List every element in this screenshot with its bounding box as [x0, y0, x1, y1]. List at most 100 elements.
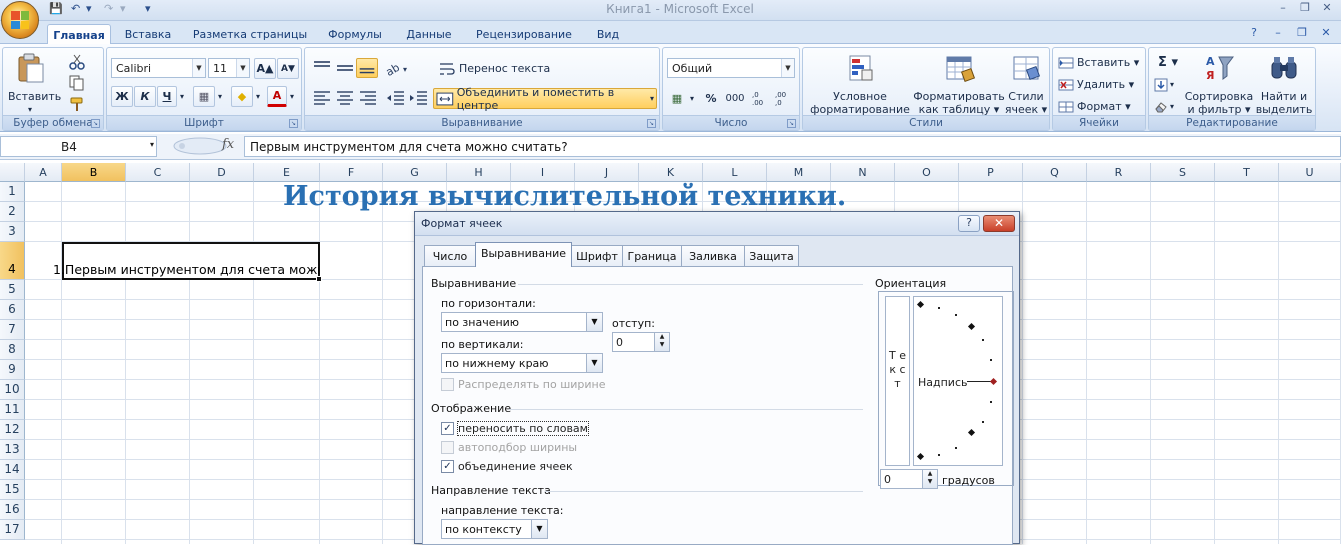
currency-icon[interactable]: ▦: [667, 88, 687, 109]
dialog-tab-protection[interactable]: Защита: [744, 245, 799, 266]
orientation-handle[interactable]: [989, 377, 998, 386]
font-color-icon[interactable]: A: [267, 86, 287, 107]
tab-home[interactable]: Главная: [47, 24, 111, 44]
column-header[interactable]: N: [831, 163, 895, 182]
maximize-icon[interactable]: ❐: [1295, 1, 1315, 17]
decrease-indent-icon[interactable]: [385, 88, 407, 108]
column-header[interactable]: R: [1087, 163, 1151, 182]
column-header[interactable]: M: [767, 163, 831, 182]
row-header[interactable]: 16: [0, 500, 25, 520]
column-header[interactable]: F: [320, 163, 383, 182]
orientation-dial[interactable]: Надпись: [913, 296, 1003, 466]
spin-up-icon[interactable]: ▲: [660, 333, 665, 340]
column-header[interactable]: U: [1279, 163, 1341, 182]
number-dialog-launcher-icon[interactable]: ↘: [787, 119, 796, 128]
column-header[interactable]: C: [126, 163, 190, 182]
currency-dropdown-icon[interactable]: ▾: [687, 88, 697, 109]
dialog-help-button[interactable]: ?: [958, 215, 980, 232]
dialog-title-bar[interactable]: Формат ячеек ? ✕: [415, 212, 1019, 236]
degrees-spinner-arrows[interactable]: ▲ ▼: [922, 470, 937, 488]
cell-styles-button[interactable]: Стили ячеек ▾: [1003, 52, 1049, 116]
fill-handle[interactable]: [316, 276, 322, 282]
spin-down-icon[interactable]: ▼: [660, 341, 665, 348]
underline-dropdown-icon[interactable]: ▾: [177, 86, 187, 107]
tab-formulas[interactable]: Формулы: [320, 24, 390, 44]
row-header[interactable]: 10: [0, 380, 25, 400]
row-header[interactable]: 15: [0, 480, 25, 500]
vertical-text-toggle[interactable]: Т е к с т: [885, 296, 910, 466]
spin-down-icon[interactable]: ▼: [928, 478, 933, 485]
close-icon[interactable]: ✕: [1317, 1, 1337, 17]
borders-dropdown-icon[interactable]: ▾: [215, 86, 225, 107]
indent-spinner-arrows[interactable]: ▲ ▼: [654, 333, 669, 351]
office-button[interactable]: [1, 1, 39, 39]
row-header[interactable]: 5: [0, 280, 25, 300]
copy-icon[interactable]: [69, 75, 85, 91]
align-center-icon[interactable]: [334, 88, 356, 108]
orientation-mark-90[interactable]: [916, 300, 925, 309]
column-header[interactable]: T: [1215, 163, 1279, 182]
direction-select[interactable]: по контексту ▼: [441, 519, 548, 539]
fill-color-dropdown-icon[interactable]: ▾: [253, 86, 263, 107]
tab-view[interactable]: Вид: [588, 24, 628, 44]
cut-icon[interactable]: [69, 54, 85, 70]
column-header[interactable]: K: [639, 163, 703, 182]
thousands-button[interactable]: 000: [723, 88, 747, 109]
tab-review[interactable]: Рецензирование: [468, 24, 580, 44]
column-header[interactable]: O: [895, 163, 959, 182]
column-header[interactable]: A: [25, 163, 62, 182]
column-header[interactable]: L: [703, 163, 767, 182]
insert-function-icon[interactable]: fx: [222, 137, 234, 152]
clear-button[interactable]: ▾: [1153, 96, 1183, 117]
workbook-restore-icon[interactable]: ❐: [1295, 26, 1309, 40]
horizontal-dropdown-icon[interactable]: ▼: [586, 313, 602, 331]
grow-font-button[interactable]: A▲: [254, 58, 276, 79]
borders-icon[interactable]: ▦: [193, 86, 215, 107]
dialog-tab-fill[interactable]: Заливка: [681, 245, 745, 266]
spin-up-icon[interactable]: ▲: [928, 470, 933, 477]
row-header[interactable]: 11: [0, 400, 25, 420]
merge-center-button[interactable]: Объединить и поместить в центре ▾: [433, 86, 657, 112]
row-header[interactable]: 3: [0, 222, 25, 242]
shrink-font-button[interactable]: A▼: [277, 58, 299, 79]
dialog-tab-border[interactable]: Граница: [622, 245, 682, 266]
align-top-icon[interactable]: [311, 58, 333, 78]
direction-dropdown-icon[interactable]: ▼: [531, 520, 547, 538]
font-dialog-launcher-icon[interactable]: ↘: [289, 119, 298, 128]
customize-toolbar-icon[interactable]: ▾: [145, 2, 151, 18]
row-header[interactable]: 7: [0, 320, 25, 340]
clear-dropdown-icon[interactable]: ▾: [1170, 102, 1174, 111]
column-header[interactable]: S: [1151, 163, 1215, 182]
dialog-close-button[interactable]: ✕: [983, 215, 1015, 232]
align-right-icon[interactable]: [357, 88, 379, 108]
font-size-select[interactable]: 11 ▼: [208, 58, 250, 78]
select-all-corner[interactable]: [0, 163, 25, 182]
wrap-text-checkbox[interactable]: ✓ переносить по словам: [441, 421, 589, 436]
tab-insert[interactable]: Вставка: [118, 24, 178, 44]
decrease-decimal-button[interactable]: ,00 ,0: [774, 88, 796, 109]
column-header[interactable]: Q: [1023, 163, 1087, 182]
row-header[interactable]: 4: [0, 242, 25, 280]
column-header[interactable]: H: [447, 163, 511, 182]
delete-cells-button[interactable]: Удалить ▾: [1057, 74, 1143, 95]
row-header[interactable]: 14: [0, 460, 25, 480]
wrap-text-button[interactable]: Перенос текста: [435, 58, 575, 79]
merge-cells-checkbox[interactable]: ✓ объединение ячеек: [441, 460, 573, 473]
format-as-table-button[interactable]: Форматировать как таблицу ▾: [913, 52, 1005, 116]
column-header[interactable]: D: [190, 163, 254, 182]
underline-button[interactable]: Ч: [157, 86, 177, 107]
format-cells-button[interactable]: Формат ▾: [1057, 96, 1143, 117]
dialog-tab-alignment[interactable]: Выравнивание: [475, 242, 572, 267]
undo-dropdown-icon[interactable]: ▾: [86, 2, 92, 18]
align-middle-icon[interactable]: [334, 58, 356, 78]
align-bottom-button[interactable]: [356, 58, 378, 78]
font-color-dropdown-icon[interactable]: ▾: [287, 86, 297, 107]
paste-button[interactable]: Вставить ▾: [8, 52, 61, 116]
font-size-dropdown-icon[interactable]: ▼: [236, 59, 249, 77]
tab-page-layout[interactable]: Разметка страницы: [188, 24, 312, 44]
column-header[interactable]: P: [959, 163, 1023, 182]
fill-button[interactable]: ▾: [1153, 74, 1183, 95]
bold-button[interactable]: Ж: [111, 86, 133, 107]
name-box[interactable]: B4 ▾: [0, 136, 157, 157]
row-header[interactable]: 6: [0, 300, 25, 320]
